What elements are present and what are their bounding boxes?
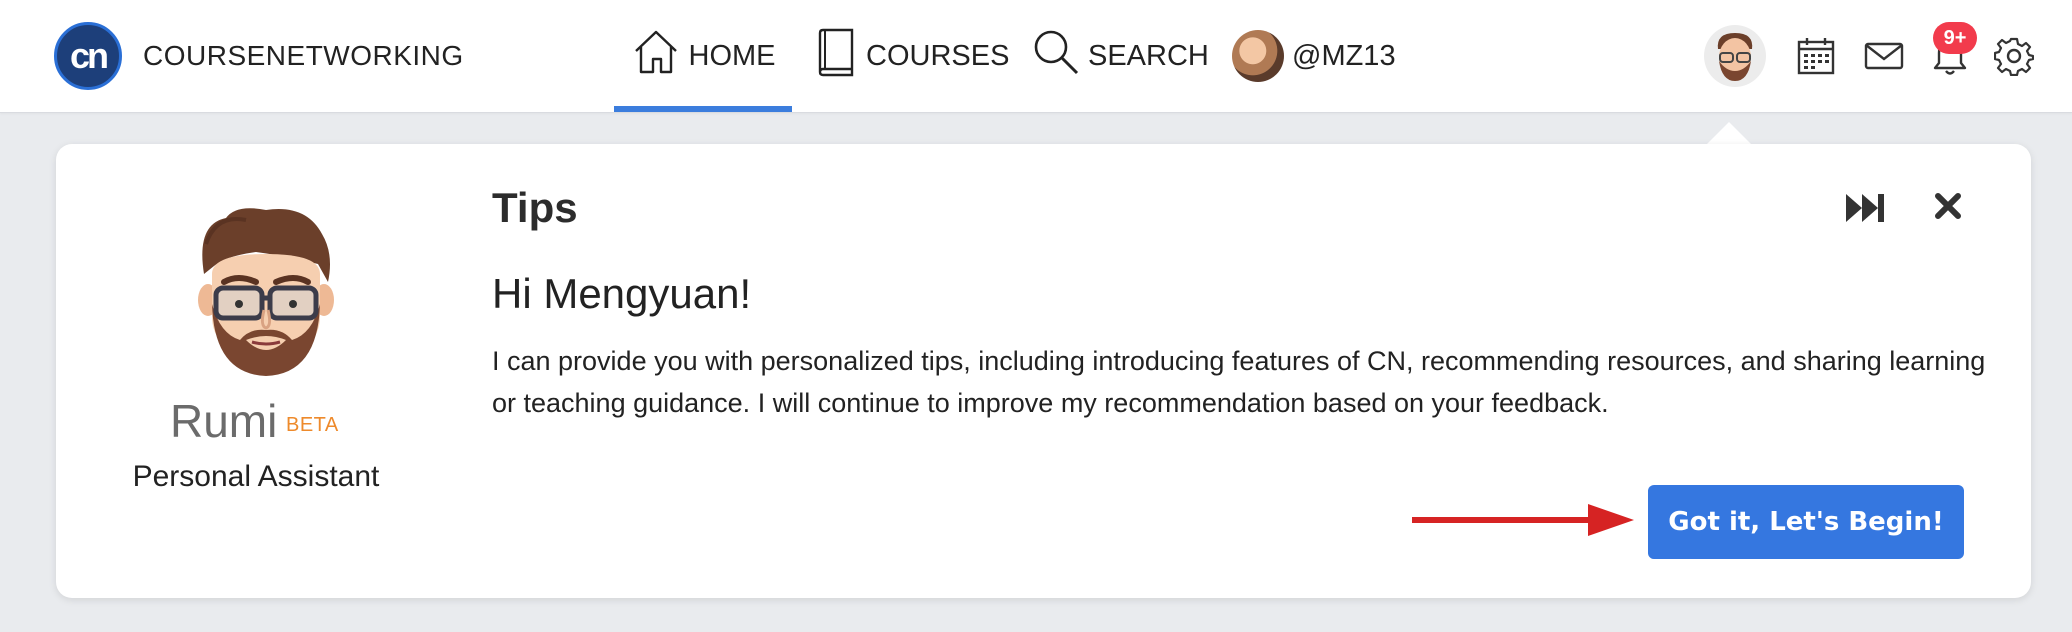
nav-courses[interactable]: COURSES (814, 0, 1009, 112)
notification-badge: 9+ (1933, 22, 1977, 54)
calendar-button[interactable] (1786, 26, 1846, 86)
assistant-role: Personal Assistant (132, 460, 380, 493)
tips-title: Tips (492, 184, 578, 231)
nav-courses-label: COURSES (866, 39, 1010, 72)
greeting-text: Hi Mengyuan! (492, 270, 752, 317)
assistant-avatar (1717, 33, 1753, 81)
close-icon (1935, 193, 1961, 219)
assistant-illustration (198, 208, 334, 376)
nav-home-label: HOME (688, 39, 776, 72)
card-pointer (1707, 122, 1751, 144)
fast-forward-icon (1846, 194, 1884, 222)
skip-tips-button[interactable] (1840, 182, 1892, 234)
close-button[interactable] (1926, 184, 1970, 228)
assistant-avatar-button[interactable] (1704, 25, 1766, 87)
home-icon (631, 27, 681, 85)
nav-search-label: SEARCH (1088, 39, 1209, 72)
top-navbar: cn COURSENETWORKING HOME COURSES SEARCH … (0, 0, 2072, 113)
book-icon (814, 27, 858, 85)
mail-icon (1864, 42, 1904, 70)
annotation-arrow-icon (1412, 504, 1634, 536)
search-icon (1032, 28, 1080, 84)
tips-card: Rumi BETA Personal Assistant Tips Hi Men… (56, 144, 2031, 598)
tips-message: I can provide you with personalized tips… (492, 346, 1986, 418)
got-it-begin-button[interactable]: Got it, Let's Begin! (1648, 485, 1964, 559)
calendar-icon (1797, 38, 1835, 75)
nav-profile-label: @MZ13 (1292, 39, 1396, 72)
assistant-name: Rumi (170, 395, 278, 447)
nav-home[interactable]: HOME (614, 0, 792, 112)
brand-name[interactable]: COURSENETWORKING (143, 40, 464, 72)
cn-logo[interactable]: cn (54, 22, 122, 90)
beta-tag: BETA (286, 414, 339, 436)
messages-button[interactable] (1854, 26, 1914, 86)
user-avatar (1232, 30, 1284, 82)
gear-icon (1994, 37, 2034, 76)
nav-search[interactable]: SEARCH (1032, 0, 1209, 112)
logo-text: cn (69, 35, 109, 76)
nav-profile[interactable]: @MZ13 (1232, 0, 1396, 112)
active-tab-indicator (614, 106, 792, 112)
settings-button[interactable] (1984, 26, 2044, 86)
